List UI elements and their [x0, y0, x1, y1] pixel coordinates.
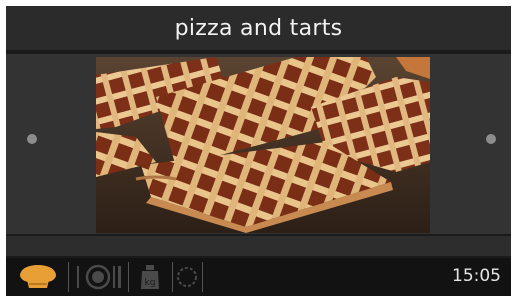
chef-hat-icon	[20, 265, 56, 288]
oven-display: pizza and tarts kg 15:05	[6, 6, 511, 296]
toolbar-divider	[172, 262, 173, 292]
plate-cutlery-icon	[77, 264, 121, 290]
recipes-button[interactable]	[14, 260, 62, 294]
toolbar-divider	[128, 262, 129, 292]
timer-button[interactable]	[174, 260, 200, 294]
toolbar-divider	[202, 262, 203, 292]
previous-dot-icon[interactable]	[27, 134, 37, 144]
lattice-tart-image	[96, 57, 430, 233]
weight-button[interactable]: kg	[130, 260, 170, 294]
weight-icon: kg	[141, 265, 159, 289]
title-bar: pizza and tarts	[6, 6, 511, 50]
timer-icon	[177, 267, 197, 287]
bottom-toolbar: kg 15:05	[6, 258, 511, 296]
toolbar-divider	[68, 262, 69, 292]
svg-text:kg: kg	[145, 278, 156, 288]
info-strip	[6, 236, 511, 256]
recipe-image[interactable]	[96, 57, 430, 233]
page-title: pizza and tarts	[174, 15, 343, 41]
programs-button[interactable]	[70, 260, 126, 294]
clock: 15:05	[452, 266, 501, 286]
image-carousel	[6, 54, 511, 234]
next-dot-icon[interactable]	[486, 134, 496, 144]
